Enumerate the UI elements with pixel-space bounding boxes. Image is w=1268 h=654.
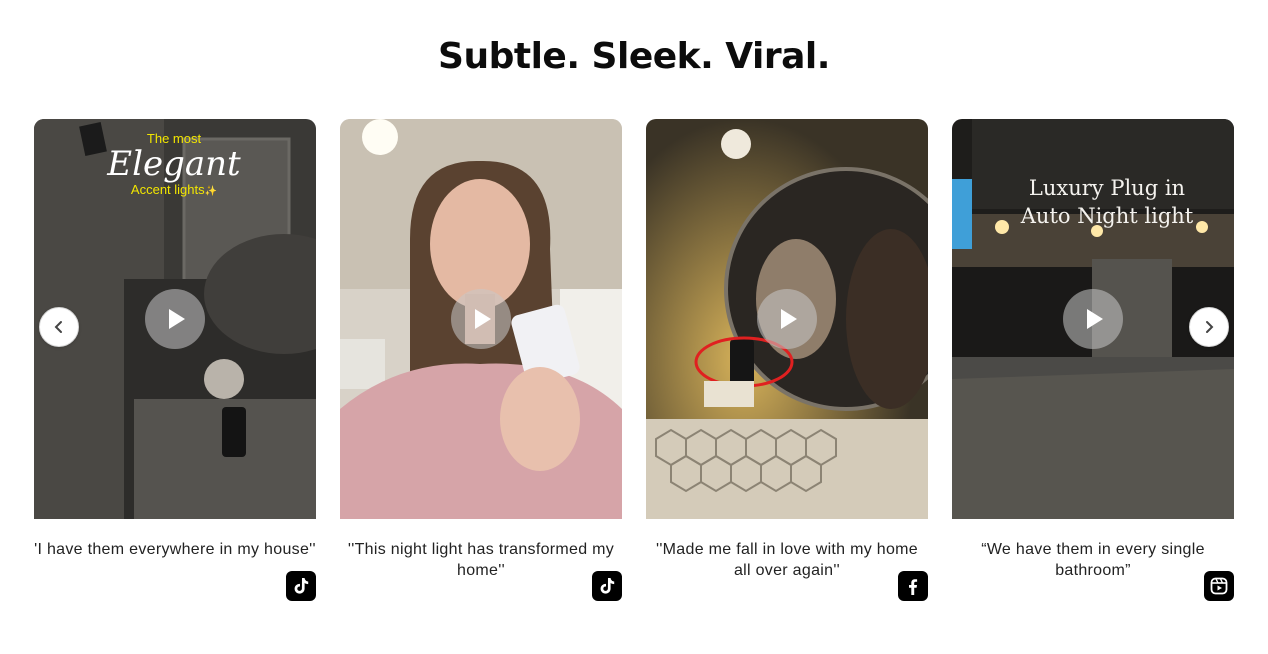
play-button[interactable]: [145, 289, 205, 349]
facebook-link[interactable]: [898, 571, 928, 601]
sparkle-icon: ✨: [204, 186, 218, 197]
chevron-left-icon: [54, 321, 62, 333]
carousel-prev-button[interactable]: [39, 307, 79, 347]
testimonial-caption: ''This night light has transformed my ho…: [347, 541, 615, 579]
play-button[interactable]: [757, 289, 817, 349]
section-title: Subtle. Sleek. Viral.: [438, 36, 830, 77]
facebook-icon: [909, 579, 918, 595]
play-icon: [781, 309, 797, 329]
video-thumbnail[interactable]: [340, 119, 622, 519]
overlay-line: Auto Night light: [1020, 204, 1194, 228]
video-thumbnail[interactable]: [646, 119, 928, 519]
play-icon: [1087, 309, 1103, 329]
play-button[interactable]: [1063, 289, 1123, 349]
testimonial-caption: ''Made me fall in love with my home all …: [655, 541, 919, 579]
overlay-line: Elegant: [107, 144, 241, 184]
chevron-right-icon: [1206, 321, 1214, 333]
video-card: ''This night light has transformed my ho…: [340, 119, 622, 601]
testimonial-caption: 'I have them everywhere in my house'': [34, 541, 316, 558]
tiktok-icon: [294, 578, 309, 594]
play-icon: [169, 309, 185, 329]
play-button[interactable]: [451, 289, 511, 349]
play-icon: [475, 309, 491, 329]
instagram-reels-link[interactable]: [1204, 571, 1234, 601]
tiktok-link[interactable]: [592, 571, 622, 601]
instagram-reels-icon: [1210, 577, 1228, 595]
video-card: ''Made me fall in love with my home all …: [646, 119, 928, 601]
overlay-line: Accent lights: [130, 182, 205, 197]
overlay-line: Luxury Plug in: [1028, 176, 1186, 200]
testimonial-caption: “We have them in every single bathroom”: [981, 541, 1205, 579]
carousel-next-button[interactable]: [1189, 307, 1229, 347]
tiktok-icon: [600, 578, 615, 594]
tiktok-link[interactable]: [286, 571, 316, 601]
